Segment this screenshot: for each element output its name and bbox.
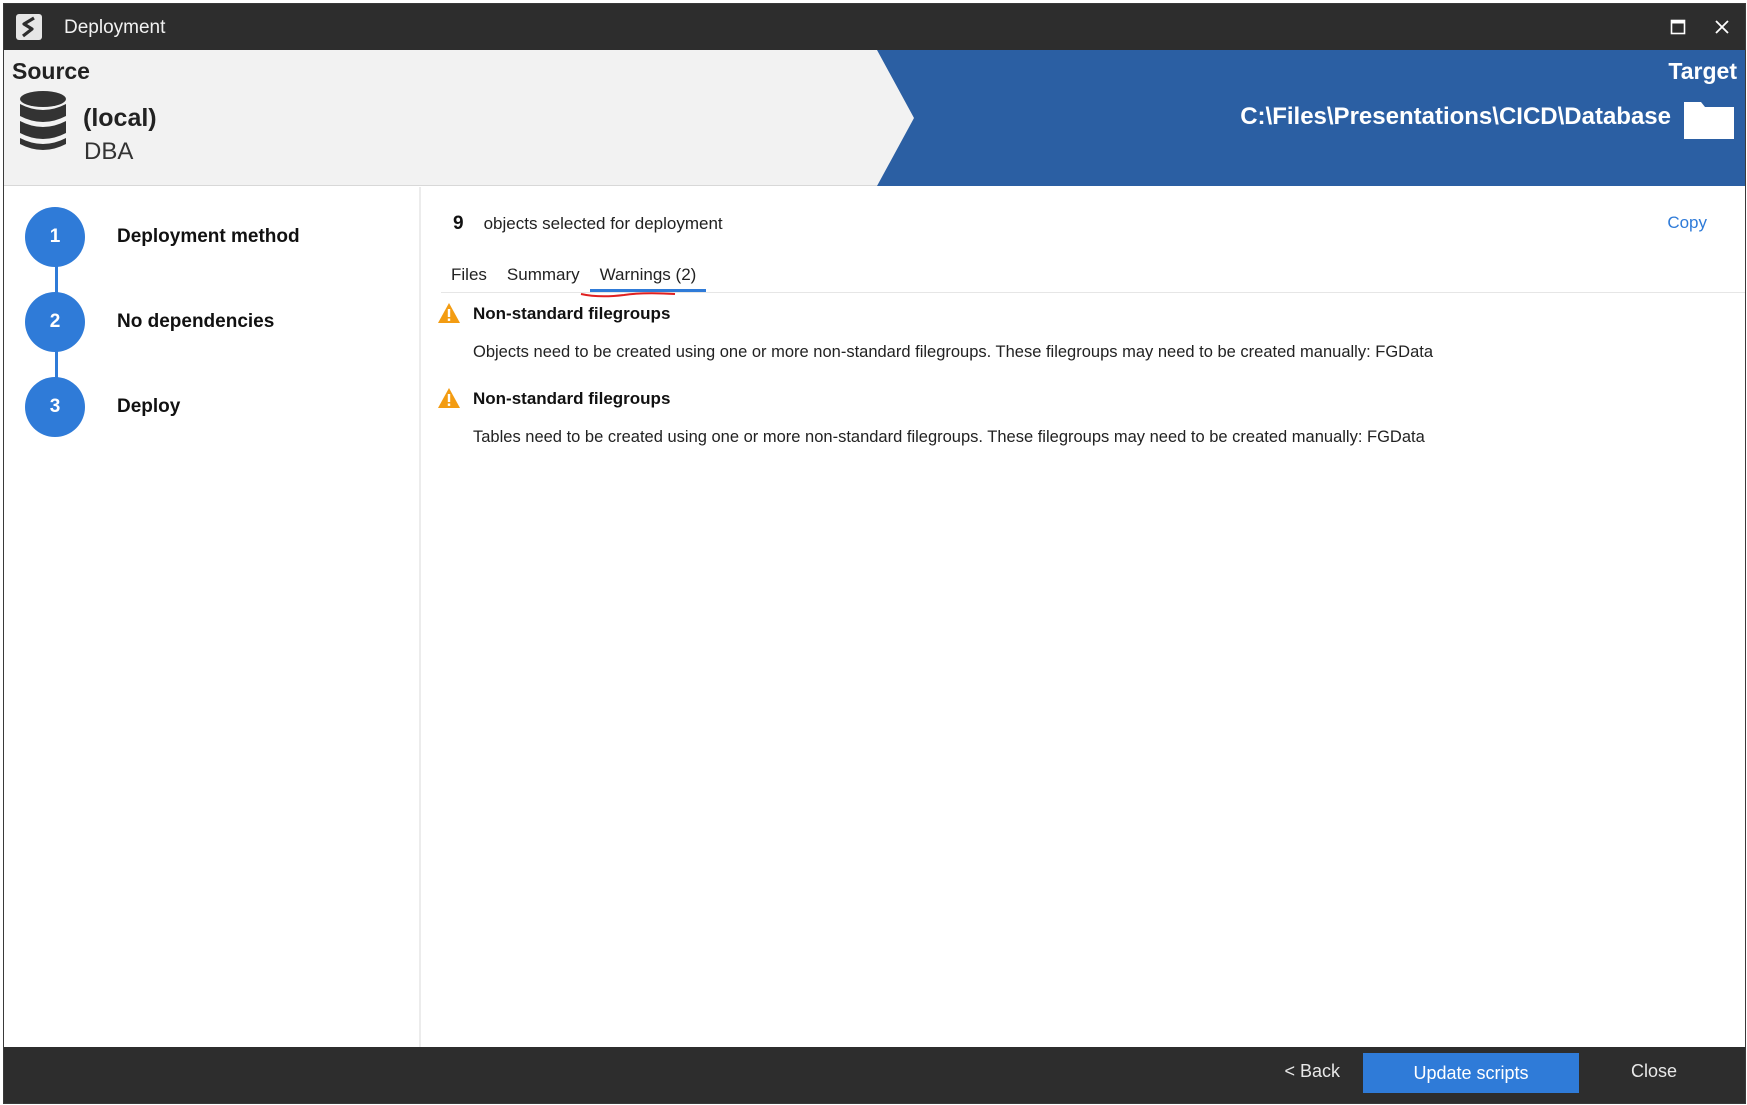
footer-bar: < Back Update scripts Close — [4, 1047, 1745, 1103]
update-scripts-button[interactable]: Update scripts — [1363, 1053, 1579, 1093]
step-number: 1 — [25, 207, 85, 267]
step-number: 2 — [25, 292, 85, 352]
warning-title: Non-standard filegroups — [473, 389, 671, 408]
step-label: Deploy — [117, 396, 181, 417]
selection-summary: 9 objects selected for deployment — [453, 213, 723, 235]
tab-files[interactable]: Files — [441, 265, 497, 292]
red-annotation-underline — [580, 292, 676, 298]
app-logo-icon — [16, 14, 42, 40]
source-target-header: Source (local) DBA Target C:\Files\Prese… — [4, 50, 1745, 186]
window-title: Deployment — [64, 17, 166, 38]
step-no-dependencies[interactable]: 2 No dependencies — [25, 292, 405, 352]
step-label: Deployment method — [117, 226, 300, 247]
warning-icon — [438, 303, 460, 323]
title-bar: Deployment — [4, 4, 1745, 50]
selected-count: 9 — [453, 213, 464, 234]
warning-message: Objects need to be created using one or … — [473, 343, 1434, 361]
source-server: (local) — [83, 104, 157, 132]
deployment-window: Deployment Source (local) DBA Target C:\ — [3, 3, 1746, 1104]
steps-panel: 1 Deployment method 2 No dependencies 3 … — [4, 187, 421, 1051]
maximize-icon — [1670, 19, 1686, 35]
folder-icon[interactable] — [1683, 98, 1735, 140]
source-database: DBA — [84, 138, 134, 165]
step-label: No dependencies — [117, 311, 275, 332]
back-button[interactable]: < Back — [1284, 1061, 1340, 1082]
warning-icon — [438, 388, 460, 408]
step-deploy[interactable]: 3 Deploy — [25, 377, 405, 437]
database-icon — [20, 91, 66, 150]
close-icon — [1715, 20, 1729, 34]
copy-link[interactable]: Copy — [1667, 213, 1707, 233]
selected-text: objects selected for deployment — [483, 214, 723, 233]
window-close-button[interactable] — [1705, 10, 1739, 44]
step-deployment-method[interactable]: 1 Deployment method — [25, 207, 405, 267]
warning-message: Tables need to be created using one or m… — [473, 428, 1425, 446]
target-heading: Target — [1668, 58, 1737, 84]
source-heading: Source — [12, 58, 90, 84]
step-number: 3 — [25, 377, 85, 437]
close-button[interactable]: Close — [1631, 1061, 1677, 1082]
target-path: C:\Files\Presentations\CICD\Database — [1240, 103, 1671, 130]
maximize-button[interactable] — [1661, 10, 1695, 44]
main-panel: 9 objects selected for deployment Copy F… — [423, 187, 1745, 1051]
warning-title: Non-standard filegroups — [473, 304, 671, 323]
tab-summary[interactable]: Summary — [497, 265, 590, 292]
